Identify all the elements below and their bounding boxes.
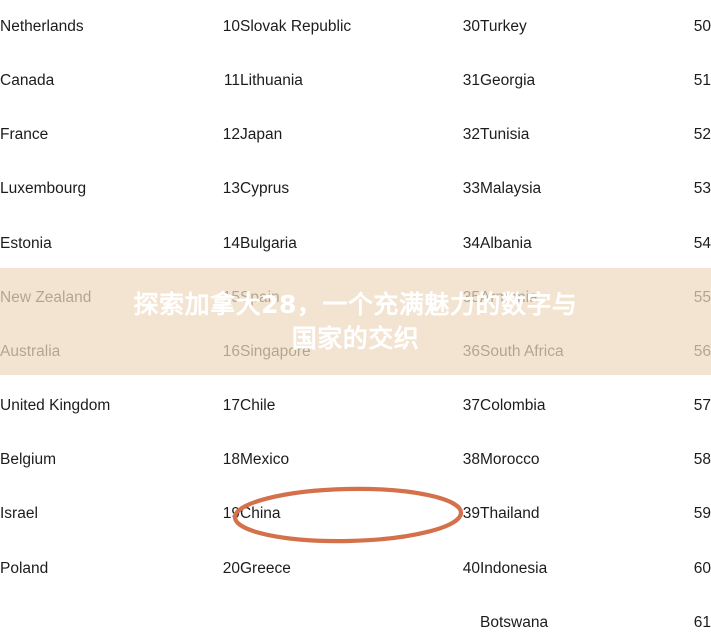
country-rank-cell: 17 — [222, 397, 240, 415]
table-row: Netherlands 10 Slovak Republic 30 Turkey… — [0, 0, 711, 54]
country-rank-cell: 52 — [693, 126, 711, 144]
country-name-cell: Poland — [0, 559, 49, 577]
country-name-cell: Canada — [0, 71, 55, 89]
country-rank-cell: 30 — [462, 17, 480, 35]
country-rank-cell: 16 — [222, 342, 240, 360]
country-rank-cell — [170, 596, 240, 640]
country-name-cell: Slovak Republic — [240, 17, 352, 35]
country-name-cell: Greece — [240, 559, 291, 577]
country-name-cell: Cyprus — [240, 180, 290, 198]
country-name-cell: Colombia — [480, 397, 546, 415]
country-rank-cell: 58 — [693, 451, 711, 469]
country-rank-cell: 35 — [462, 288, 480, 306]
country-name-cell: Albania — [480, 234, 532, 252]
country-rank-cell-china: 39 — [462, 505, 480, 523]
country-name-cell: Belgium — [0, 451, 56, 469]
table-row: Belgium 18 Mexico 38 Morocco 58 — [0, 434, 711, 488]
country-name-cell: South Africa — [480, 342, 564, 360]
table-row: New Zealand 15 Spain 35 Armenia 55 — [0, 271, 711, 325]
country-name-cell: Israel — [0, 505, 38, 523]
country-rank-cell: 36 — [462, 342, 480, 360]
country-name-cell: Thailand — [480, 505, 540, 523]
country-rank-cell: 51 — [693, 71, 711, 89]
table-body: Netherlands 10 Slovak Republic 30 Turkey… — [0, 0, 711, 640]
country-rank-cell: 18 — [222, 451, 240, 469]
table-row-highlighted: Israel 19 China 39 Thailand 59 — [0, 488, 711, 542]
country-rank-page: Netherlands 10 Slovak Republic 30 Turkey… — [0, 0, 711, 640]
country-rank-cell: 11 — [223, 71, 240, 89]
country-name-cell: United Kingdom — [0, 397, 111, 415]
country-rank-cell: 54 — [693, 234, 711, 252]
country-name-cell: Singapore — [240, 342, 311, 360]
country-rank-cell — [408, 596, 480, 640]
country-name-cell: Morocco — [480, 451, 540, 469]
country-rank-cell: 31 — [462, 71, 480, 89]
country-name-cell: Tunisia — [480, 126, 530, 144]
table-row: Australia 16 Singapore 36 South Africa 5… — [0, 325, 711, 379]
country-name-cell: Turkey — [480, 17, 527, 35]
country-rank-cell: 20 — [222, 559, 240, 577]
country-rank-cell: 59 — [693, 505, 711, 523]
country-name-cell: Australia — [0, 342, 61, 360]
country-name-cell: France — [0, 126, 49, 144]
country-name-cell: Malaysia — [480, 180, 542, 198]
table-row: Luxembourg 13 Cyprus 33 Malaysia 53 — [0, 163, 711, 217]
table-row: Canada 11 Lithuania 31 Georgia 51 — [0, 54, 711, 108]
country-rank-cell: 38 — [462, 451, 480, 469]
country-rank-cell: 19 — [222, 505, 240, 523]
table-row: Estonia 14 Bulgaria 34 Albania 54 — [0, 217, 711, 271]
country-rank-cell: 14 — [222, 234, 240, 252]
table-row: United Kingdom 17 Chile 37 Colombia 57 — [0, 379, 711, 433]
table-row: Botswana 61 — [0, 596, 711, 640]
country-name-cell-china: China — [240, 505, 281, 523]
country-rank-cell: 33 — [462, 180, 480, 198]
country-name-cell: Chile — [240, 397, 276, 415]
country-name-cell: Georgia — [480, 71, 536, 89]
country-rank-cell: 32 — [462, 126, 480, 144]
country-rank-cell: 57 — [693, 397, 711, 415]
country-rank-table: Netherlands 10 Slovak Republic 30 Turkey… — [0, 0, 711, 640]
country-rank-cell: 10 — [222, 17, 240, 35]
table-row: Poland 20 Greece 40 Indonesia 60 — [0, 542, 711, 596]
country-rank-cell: 56 — [693, 342, 711, 360]
country-name-cell: Bulgaria — [240, 234, 297, 252]
country-name-cell: Japan — [240, 126, 283, 144]
country-rank-cell: 60 — [693, 559, 711, 577]
country-name-cell: Lithuania — [240, 71, 303, 89]
country-rank-cell: 37 — [462, 397, 480, 415]
country-name-cell: Indonesia — [480, 559, 548, 577]
country-name-cell — [240, 596, 408, 640]
country-rank-cell: 50 — [693, 17, 711, 35]
country-name-cell: Spain — [240, 288, 280, 306]
country-rank-cell: 34 — [462, 234, 480, 252]
country-name-cell: Netherlands — [0, 17, 84, 35]
country-rank-cell: 40 — [462, 559, 480, 577]
country-name-cell: Estonia — [0, 234, 52, 252]
country-name-cell: New Zealand — [0, 288, 92, 306]
country-rank-cell: 61 — [693, 613, 711, 631]
country-name-cell: Botswana — [480, 613, 549, 631]
country-rank-cell: 12 — [222, 126, 240, 144]
country-name-cell: Mexico — [240, 451, 290, 469]
country-name-cell: Luxembourg — [0, 180, 87, 198]
table-row: France 12 Japan 32 Tunisia 52 — [0, 108, 711, 162]
country-name-cell — [0, 596, 170, 640]
country-rank-cell: 13 — [222, 180, 240, 198]
country-name-cell: Armenia — [480, 288, 538, 306]
country-rank-cell: 15 — [222, 288, 240, 306]
country-rank-cell: 55 — [693, 288, 711, 306]
country-rank-cell: 53 — [693, 180, 711, 198]
